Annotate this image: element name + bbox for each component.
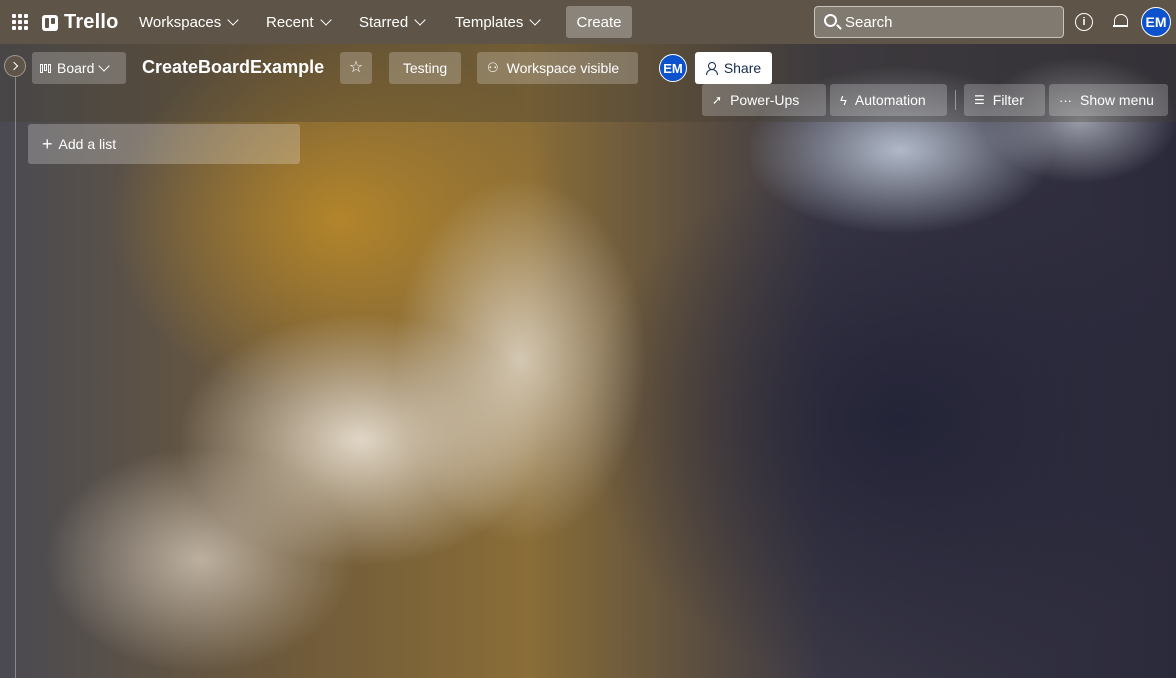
sidebar-divider: [15, 77, 16, 678]
chevron-down-icon: [414, 14, 426, 26]
show-menu-label: Show menu: [1080, 92, 1154, 108]
header-divider: [955, 90, 956, 110]
power-ups-label: Power-Ups: [730, 92, 800, 108]
board-view-icon: [40, 63, 51, 73]
people-icon: ⚇: [487, 60, 499, 75]
rocket-icon: ➚: [712, 93, 723, 107]
nav-workspaces[interactable]: Workspaces: [135, 7, 241, 37]
board-title[interactable]: CreateBoardExample: [142, 57, 324, 78]
automation-button[interactable]: ϟ Automation: [830, 84, 947, 116]
board-view-label: Board: [57, 60, 95, 76]
search-icon: [824, 14, 837, 27]
chevron-down-icon: [98, 60, 111, 72]
chevron-down-icon: [319, 14, 332, 26]
chevron-down-icon: [227, 14, 239, 26]
visibility-label: Workspace visible: [506, 60, 620, 76]
sidebar-toggle[interactable]: [4, 55, 26, 77]
logo-text: Trello: [64, 11, 119, 33]
star-board-button[interactable]: ☆: [340, 52, 372, 84]
lightning-icon: ϟ: [840, 92, 847, 108]
board-member-avatar[interactable]: EM: [659, 54, 687, 82]
filter-label: Filter: [992, 92, 1024, 108]
nav-templates-label: Templates: [455, 13, 524, 31]
trello-logo[interactable]: Trello: [42, 11, 119, 34]
board-view-switcher[interactable]: Board: [32, 52, 126, 84]
nav-recent-label: Recent: [266, 13, 314, 31]
automation-label: Automation: [854, 92, 926, 108]
apps-grid-icon[interactable]: [12, 14, 28, 30]
bell-icon[interactable]: [1113, 13, 1128, 29]
workspace-button[interactable]: Testing: [389, 52, 461, 84]
star-icon: ☆: [348, 59, 364, 76]
chevron-down-icon: [529, 14, 542, 26]
nav-starred[interactable]: Starred: [355, 7, 428, 37]
ellipsis-icon: ···: [1059, 92, 1072, 108]
add-list-label: Add a list: [58, 136, 117, 152]
filter-button[interactable]: ☰ Filter: [964, 84, 1045, 116]
plus-icon: +: [42, 134, 53, 154]
top-navigation: Trello Workspaces Recent Starred Templat…: [0, 0, 1176, 44]
nav-recent[interactable]: Recent: [262, 7, 334, 37]
visibility-button[interactable]: ⚇ Workspace visible: [477, 52, 638, 84]
chevron-right-icon: [9, 61, 19, 71]
create-button[interactable]: Create: [566, 6, 632, 38]
search-input[interactable]: Search: [814, 6, 1064, 38]
share-label: Share: [723, 60, 762, 76]
nav-templates[interactable]: Templates: [451, 7, 543, 37]
workspace-label: Testing: [402, 60, 448, 76]
trello-logo-icon: [42, 14, 58, 31]
share-button[interactable]: Share: [695, 52, 772, 84]
filter-icon: ☰: [974, 93, 985, 107]
add-list-button[interactable]: + Add a list: [28, 124, 300, 164]
search-placeholder: Search: [845, 13, 893, 31]
nav-workspaces-label: Workspaces: [139, 13, 222, 31]
account-avatar[interactable]: EM: [1141, 7, 1171, 37]
power-ups-button[interactable]: ➚ Power-Ups: [702, 84, 826, 116]
show-menu-button[interactable]: ··· Show menu: [1049, 84, 1168, 116]
person-add-icon: [705, 62, 718, 75]
info-icon[interactable]: i: [1075, 13, 1093, 31]
nav-starred-label: Starred: [359, 13, 409, 31]
